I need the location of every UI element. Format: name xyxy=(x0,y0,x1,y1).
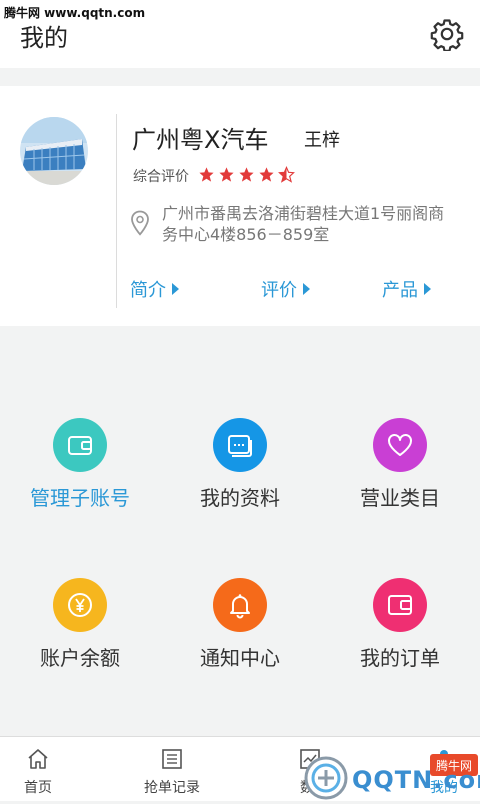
shop-address: 广州市番禺去洛浦街碧桂大道1号丽阁商务中心4楼856－859室 xyxy=(162,204,445,244)
rating-label: 综合评价 xyxy=(133,169,189,185)
reviews-link[interactable]: 评价 xyxy=(261,276,310,302)
site-watermark: 腾牛网 www.qqtn.com xyxy=(4,6,146,20)
products-link[interactable]: 产品 xyxy=(382,276,431,302)
yuan-coin-icon xyxy=(53,578,107,632)
star-icon xyxy=(198,166,215,183)
avatar[interactable] xyxy=(20,117,88,185)
order-icon xyxy=(373,578,427,632)
brand-watermark-badge: 腾牛网 xyxy=(435,759,472,773)
tab-label: 抢单记录 xyxy=(144,780,200,796)
star-icon xyxy=(258,166,275,183)
grid-item-label: 账户余额 xyxy=(40,646,120,670)
profile-links: 简介 评价 产品 xyxy=(0,276,480,306)
grid-item-business-categories[interactable]: 营业类目 xyxy=(320,418,480,538)
location-pin-icon xyxy=(130,210,150,236)
heart-icon xyxy=(373,418,427,472)
intro-link[interactable]: 简介 xyxy=(130,276,179,302)
products-link-label: 产品 xyxy=(382,280,418,301)
owner-name: 王梓 xyxy=(304,130,340,151)
intro-link-label: 简介 xyxy=(130,280,166,301)
list-icon xyxy=(162,749,182,769)
gear-icon[interactable] xyxy=(430,17,464,52)
tab-grab-records[interactable]: 抢单记录 xyxy=(112,737,232,801)
grid-item-label: 我的资料 xyxy=(200,486,280,510)
star-rating xyxy=(198,165,295,184)
reviews-link-label: 评价 xyxy=(261,280,297,301)
profile-card: 广州粤X汽车 王梓 综合评价 广州市番禺去洛浦街碧桂大道1号丽阁商务中心4楼85… xyxy=(0,86,480,326)
grid-item-manage-subaccounts[interactable]: 管理子账号 xyxy=(0,418,160,538)
caret-right-icon xyxy=(303,283,310,295)
page-title: 我的 xyxy=(20,24,68,52)
grid-item-label: 我的订单 xyxy=(360,646,440,670)
tab-label: 首页 xyxy=(24,780,52,796)
bell-icon xyxy=(213,578,267,632)
star-icon xyxy=(238,166,255,183)
wallet-icon xyxy=(53,418,107,472)
star-icon xyxy=(218,166,235,183)
grid-item-label: 营业类目 xyxy=(360,486,440,510)
grid-item-notification-center[interactable]: 通知中心 xyxy=(160,578,320,698)
grid-item-label: 通知中心 xyxy=(200,646,280,670)
card-icon xyxy=(213,418,267,472)
grid-item-account-balance[interactable]: 账户余额 xyxy=(0,578,160,698)
caret-right-icon xyxy=(172,283,179,295)
shop-name: 广州粤X汽车 xyxy=(132,126,269,154)
caret-right-icon xyxy=(424,283,431,295)
grid-item-label: 管理子账号 xyxy=(30,486,130,510)
grid-item-my-profile[interactable]: 我的资料 xyxy=(160,418,320,538)
home-icon xyxy=(28,749,48,769)
grid-item-my-orders[interactable]: 我的订单 xyxy=(320,578,480,698)
brand-watermark: QQTN.com 腾牛网 xyxy=(300,752,480,800)
half-star-icon xyxy=(278,165,295,183)
tab-home[interactable]: 首页 xyxy=(0,737,98,801)
